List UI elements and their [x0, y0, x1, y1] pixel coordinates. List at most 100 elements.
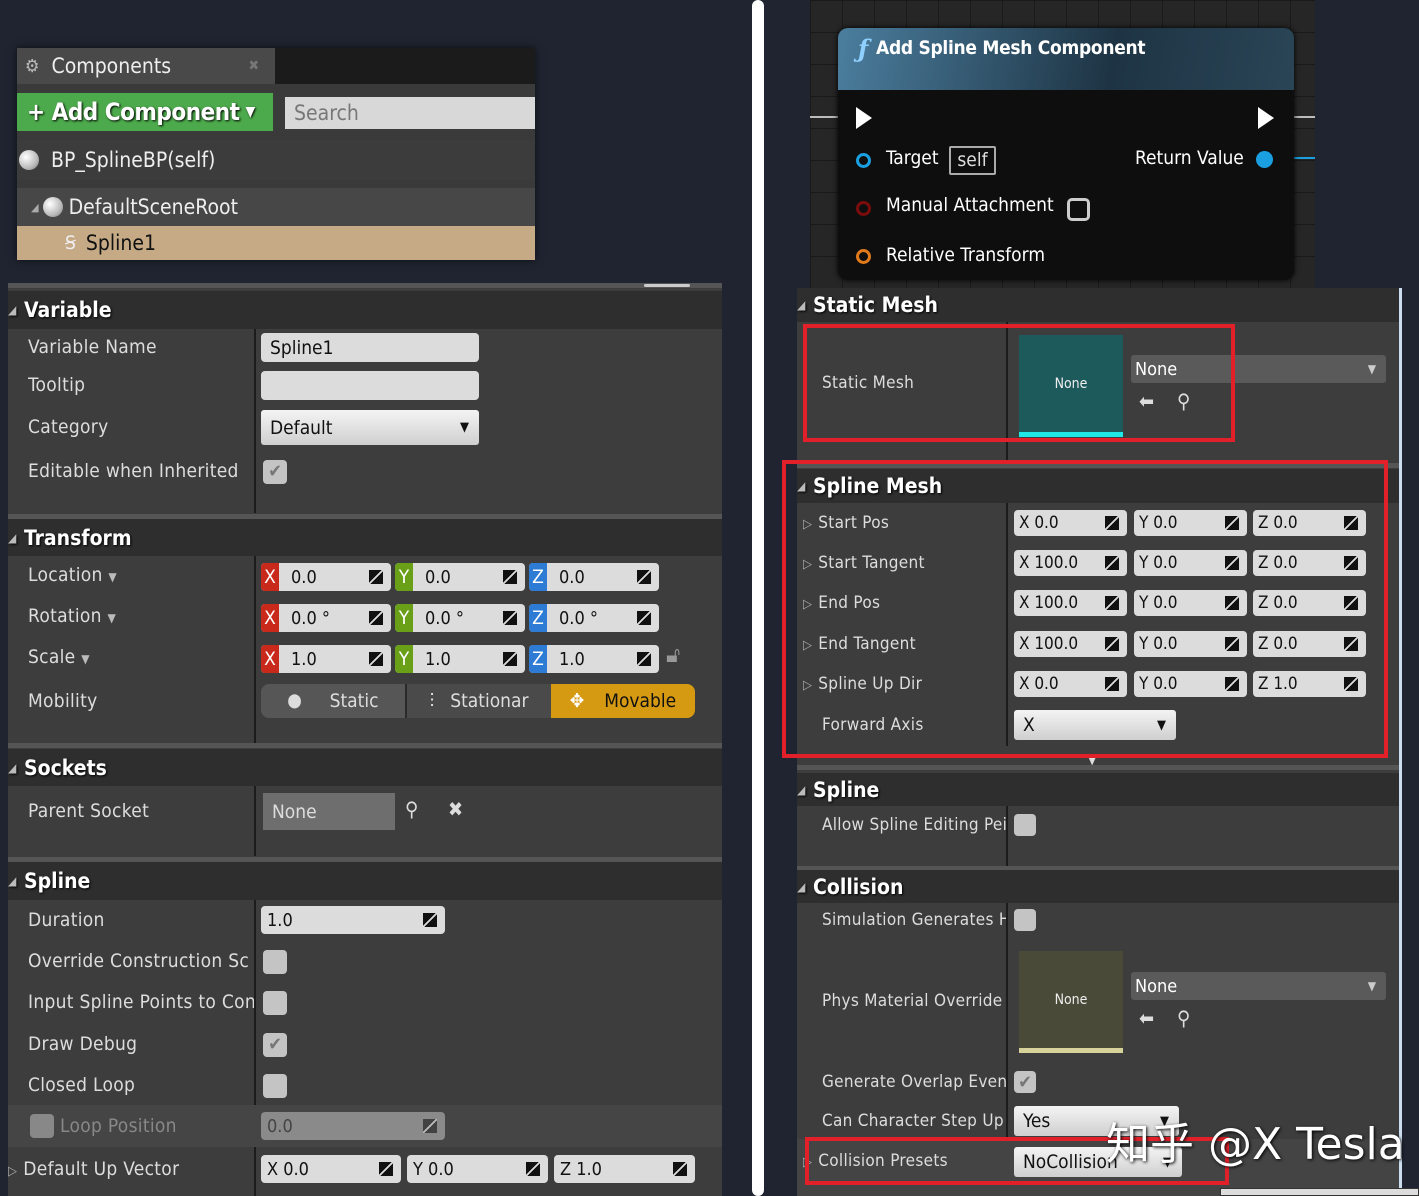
section-title: Collision [813, 874, 904, 899]
can-character-step-up-label: Can Character Step Up [822, 1111, 1004, 1131]
override-construction-checkbox[interactable] [263, 950, 287, 974]
up-vector-z-field[interactable]: Z 1.0 [554, 1155, 695, 1183]
tree-item-default-scene-root[interactable]: ◢ DefaultSceneRoot [17, 188, 535, 226]
static-icon: ⬤ [287, 693, 302, 709]
up-vector-x-field[interactable]: X 0.0 [261, 1155, 401, 1183]
location-x-field[interactable]: X 0.0 [261, 563, 391, 591]
exec-in-pin[interactable] [856, 107, 872, 129]
tree-item-spline1[interactable]: Ꞩ Spline1 [17, 226, 535, 260]
closed-loop-checkbox[interactable] [263, 1074, 287, 1098]
drag-handle-icon[interactable] [423, 913, 437, 927]
allow-spline-editing-checkbox[interactable] [1014, 814, 1036, 836]
loop-position-checkbox[interactable] [30, 1114, 54, 1138]
drag-handle-icon[interactable] [637, 652, 651, 666]
relative-transform-pin[interactable] [856, 249, 871, 264]
section-title: Static Mesh [813, 293, 938, 317]
duration-field[interactable]: 1.0 [261, 906, 445, 934]
drag-handle-icon[interactable] [369, 570, 383, 584]
mobility-movable-option[interactable]: ✥ Movable [551, 684, 695, 718]
section-spline[interactable]: ◢ Spline [797, 773, 1399, 806]
lock-open-icon[interactable]: 🔓︎ [666, 643, 680, 668]
drag-handle-icon[interactable] [369, 652, 383, 666]
drag-handle-icon[interactable] [637, 611, 651, 625]
collapse-icon: ◢ [797, 782, 806, 797]
rotation-y-field[interactable]: Y 0.0 ° [395, 604, 525, 632]
drag-handle-icon[interactable] [673, 1162, 687, 1176]
draw-debug-checkbox[interactable]: ✔ [263, 1033, 287, 1057]
section-variable[interactable]: ◢ Variable [8, 291, 722, 329]
watermark: 知乎 @X Tesla [1106, 1119, 1405, 1170]
rotation-x-field[interactable]: X 0.0 ° [261, 604, 391, 632]
step-up-value: Yes [1023, 1110, 1051, 1132]
target-pin[interactable] [856, 153, 871, 168]
collapse-icon: ◢ [8, 303, 17, 317]
up-vector-y-field[interactable]: Y 0.0 [407, 1155, 548, 1183]
location-y-field[interactable]: Y 0.0 [395, 563, 525, 591]
search-icon[interactable]: ⚲ [405, 797, 418, 821]
use-selected-arrow-icon[interactable]: ⬅ [1139, 1006, 1154, 1030]
location-z-field[interactable]: Z 0.0 [529, 563, 659, 591]
scale-y-field[interactable]: Y 1.0 [395, 645, 525, 673]
clear-icon[interactable]: ✖ [448, 797, 463, 821]
browse-search-icon[interactable]: ⚲ [1177, 1006, 1190, 1030]
drag-handle-icon[interactable] [503, 652, 517, 666]
mobility-static-option[interactable]: ⬤ Static [261, 684, 405, 718]
mobility-label: Mobility [28, 690, 98, 712]
editable-inherited-checkbox[interactable]: ✔ [263, 460, 287, 484]
checkmark-icon: ✔ [268, 1034, 282, 1055]
phys-material-dropdown[interactable]: None ▼ [1131, 972, 1386, 1000]
close-icon[interactable]: ✖ [248, 58, 259, 74]
section-spline[interactable]: ◢ Spline [8, 862, 722, 900]
relative-transform-label: Relative Transform [886, 244, 1045, 266]
section-static-mesh[interactable]: ◢ Static Mesh [797, 288, 1399, 322]
tree-item-label: DefaultSceneRoot [68, 195, 238, 219]
collapse-icon: ◢ [8, 530, 17, 545]
target-value[interactable]: self [949, 146, 996, 175]
section-sockets[interactable]: ◢ Sockets [8, 749, 722, 786]
tooltip-input[interactable] [261, 371, 479, 400]
section-separator [8, 283, 722, 288]
spline-icon: Ꞩ [65, 232, 76, 254]
variable-name-input[interactable]: Spline1 [261, 333, 479, 362]
exec-out-pin[interactable] [1258, 107, 1274, 129]
rotation-z-field[interactable]: Z 0.0 ° [529, 604, 659, 632]
search-input[interactable]: Search [285, 97, 535, 129]
loop-position-field[interactable]: 0.0 [261, 1112, 445, 1140]
add-component-button[interactable]: + Add Component ▼ [17, 93, 273, 131]
tree-item-self[interactable]: BP_SplineBP(self) [17, 140, 535, 180]
section-collision[interactable]: ◢ Collision [797, 870, 1399, 903]
drag-handle-icon[interactable] [637, 570, 651, 584]
scale-z-field[interactable]: Z 1.0 [529, 645, 659, 673]
section-separator [8, 743, 722, 748]
rotation-label[interactable]: Rotation ▼ [28, 605, 116, 627]
drag-handle-icon[interactable] [503, 570, 517, 584]
scale-x-field[interactable]: X 1.0 [261, 645, 391, 673]
phys-material-thumbnail[interactable]: None [1019, 951, 1123, 1053]
add-spline-mesh-node[interactable]: ƒ Add Spline Mesh Component Target self … [838, 28, 1294, 280]
simulation-generates-hit-checkbox[interactable] [1014, 909, 1036, 931]
return-value-pin[interactable] [1256, 151, 1273, 168]
generate-overlap-checkbox[interactable]: ✔ [1014, 1071, 1036, 1093]
scroll-handle[interactable] [644, 284, 690, 287]
parent-socket-label: Parent Socket [28, 800, 150, 822]
scale-label[interactable]: Scale ▼ [28, 646, 90, 668]
axis-y-badge: Y [395, 604, 413, 632]
location-label[interactable]: Location ▼ [28, 564, 117, 586]
window-edge [1220, 1188, 1419, 1196]
section-separator [797, 765, 1399, 770]
parent-socket-field[interactable]: None [263, 793, 395, 830]
node-title: Add Spline Mesh Component [876, 37, 1146, 59]
input-spline-points-checkbox[interactable] [263, 991, 287, 1015]
components-tab[interactable]: ⚙ Components ✖ [17, 48, 275, 84]
manual-attachment-checkbox[interactable] [1067, 198, 1090, 221]
category-dropdown[interactable]: Default ▼ [261, 410, 479, 445]
drag-handle-icon[interactable] [369, 611, 383, 625]
drag-handle-icon[interactable] [526, 1162, 540, 1176]
mobility-stationary-option[interactable]: ⫶ Stationar [405, 684, 551, 718]
manual-attachment-pin[interactable] [856, 201, 871, 216]
drag-handle-icon[interactable] [379, 1162, 393, 1176]
drag-handle-icon[interactable] [503, 611, 517, 625]
column-divider [254, 900, 256, 1196]
section-transform[interactable]: ◢ Transform [8, 519, 722, 556]
default-up-vector-label[interactable]: ▷ Default Up Vector [8, 1158, 179, 1180]
